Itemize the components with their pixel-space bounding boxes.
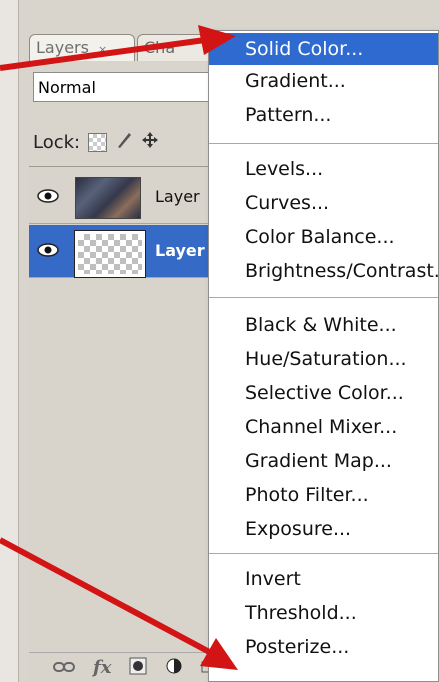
adjustment-layer-menu: Solid Color... Gradient... Pattern... Le… [208, 30, 439, 682]
menu-item-posterize[interactable]: Posterize... [209, 631, 438, 663]
menu-item-curves[interactable]: Curves... [209, 187, 438, 219]
lock-brush-icon[interactable] [115, 131, 133, 154]
menu-separator [209, 553, 438, 554]
layer-name[interactable]: Layer [155, 187, 200, 206]
menu-item-exposure[interactable]: Exposure... [209, 513, 438, 545]
link-icon[interactable] [53, 659, 75, 677]
menu-item-black-white[interactable]: Black & White... [209, 309, 438, 341]
layer-thumbnail [74, 230, 146, 278]
menu-item-gradient[interactable]: Gradient... [209, 65, 438, 97]
visibility-eye-icon[interactable] [33, 237, 63, 263]
menu-item-gradient-map[interactable]: Gradient Map... [209, 445, 438, 477]
menu-item-levels[interactable]: Levels... [209, 153, 438, 185]
menu-item-pattern[interactable]: Pattern... [209, 99, 438, 131]
layer-thumbnail [75, 177, 141, 219]
menu-separator [209, 297, 438, 298]
adjustment-icon[interactable] [165, 657, 183, 679]
lock-label: Lock: [33, 131, 81, 153]
lock-transparency-icon[interactable] [88, 132, 108, 152]
menu-item-channel-mixer[interactable]: Channel Mixer... [209, 411, 438, 443]
tab-channels-label: Cha [144, 38, 176, 57]
menu-item-photo-filter[interactable]: Photo Filter... [209, 479, 438, 511]
menu-item-hue-saturation[interactable]: Hue/Saturation... [209, 343, 438, 375]
tab-close-icon[interactable]: × [98, 43, 107, 56]
menu-item-invert[interactable]: Invert [209, 563, 438, 595]
menu-item-brightness-contrast[interactable]: Brightness/Contrast... [209, 255, 438, 287]
lock-move-icon[interactable] [141, 131, 159, 154]
tab-layers-label: Layers [36, 38, 89, 57]
menu-item-color-balance[interactable]: Color Balance... [209, 221, 438, 253]
menu-item-selective-color[interactable]: Selective Color... [209, 377, 438, 409]
menu-separator [209, 143, 438, 144]
menu-item-threshold[interactable]: Threshold... [209, 597, 438, 629]
fx-icon[interactable]: fx [93, 658, 111, 677]
tab-layers[interactable]: Layers × [29, 34, 135, 61]
mask-icon[interactable] [129, 657, 147, 679]
lock-row: Lock: [33, 128, 159, 156]
layer-name[interactable]: Layer [155, 241, 205, 260]
menu-item-solid-color[interactable]: Solid Color... [209, 33, 438, 65]
visibility-eye-icon[interactable] [33, 183, 63, 209]
